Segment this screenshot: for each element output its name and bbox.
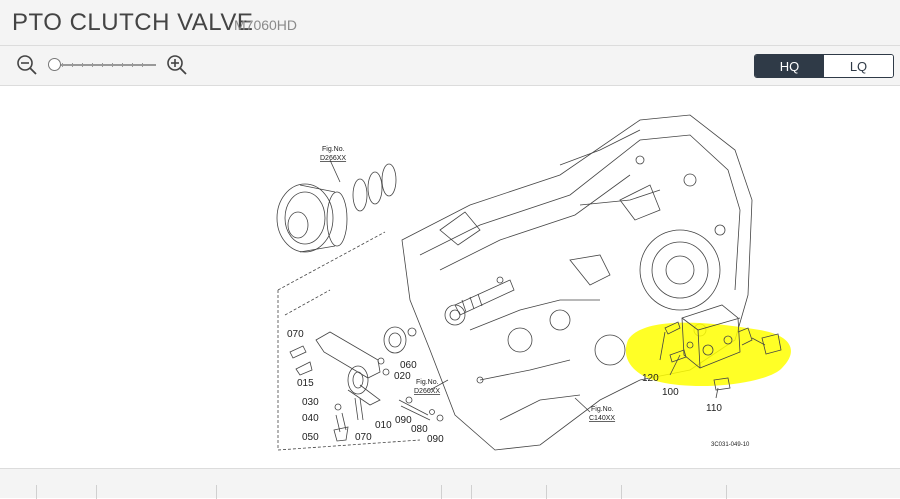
page-header: PTO CLUTCH VALVE M7060HD bbox=[0, 0, 900, 46]
slider-tick bbox=[82, 63, 83, 67]
callout-015[interactable]: 015 bbox=[297, 378, 314, 389]
footer-divider bbox=[441, 485, 442, 499]
callout-070b[interactable]: 070 bbox=[355, 432, 372, 443]
zoom-slider-track bbox=[52, 64, 156, 66]
oil-seal bbox=[383, 326, 407, 354]
slider-tick bbox=[122, 63, 123, 67]
slider-tick bbox=[112, 63, 113, 67]
fig-ref-2-label: Fig.No. bbox=[416, 379, 439, 386]
callout-100[interactable]: 100 bbox=[662, 387, 679, 398]
fig-ref-3-label: Fig.No. bbox=[591, 406, 614, 413]
bolt-070 bbox=[289, 345, 307, 359]
model-code: M7060HD bbox=[234, 17, 298, 33]
fig-ref-3-code[interactable]: C140XX bbox=[589, 415, 615, 422]
fig-ref-1-label: Fig.No. bbox=[322, 146, 345, 153]
callout-110[interactable]: 110 bbox=[706, 403, 722, 414]
exploded-parts-diagram: 070 015 030 040 050 060 020 010 070 090 … bbox=[276, 114, 791, 451]
footer-divider bbox=[621, 485, 622, 499]
footer-divider bbox=[471, 485, 472, 499]
diagram-canvas[interactable]: 070 015 030 040 050 060 020 010 070 090 … bbox=[0, 87, 900, 468]
zoom-out-icon[interactable] bbox=[16, 54, 38, 76]
callout-020[interactable]: 020 bbox=[394, 371, 411, 382]
callout-090[interactable]: 090 bbox=[395, 415, 412, 426]
fig-ref-1-code[interactable]: D266XX bbox=[320, 155, 346, 162]
callout-040[interactable]: 040 bbox=[302, 413, 319, 424]
footer-divider bbox=[726, 485, 727, 499]
lq-button[interactable]: LQ bbox=[824, 55, 893, 77]
callout-090b[interactable]: 090 bbox=[427, 434, 444, 445]
zoom-in-icon[interactable] bbox=[166, 54, 188, 76]
footer-divider bbox=[216, 485, 217, 499]
zoom-slider-thumb[interactable] bbox=[48, 58, 61, 71]
lever-arm bbox=[315, 331, 381, 379]
callout-010[interactable]: 010 bbox=[375, 420, 392, 431]
callout-070[interactable]: 070 bbox=[287, 329, 304, 340]
callout-050[interactable]: 050 bbox=[302, 432, 319, 443]
callout-120[interactable]: 120 bbox=[642, 373, 659, 384]
footer-divider bbox=[96, 485, 97, 499]
slider-tick bbox=[142, 63, 143, 67]
footer-divider bbox=[546, 485, 547, 499]
fig-ref-2-code[interactable]: D266XX bbox=[414, 388, 440, 395]
footer-bar bbox=[0, 468, 900, 499]
slider-tick bbox=[62, 63, 63, 67]
slider-tick bbox=[132, 63, 133, 67]
slider-tick bbox=[102, 63, 103, 67]
zoom-slider[interactable] bbox=[48, 58, 158, 72]
slider-tick bbox=[72, 63, 73, 67]
page-title: PTO CLUTCH VALVE bbox=[12, 9, 254, 36]
hq-button[interactable]: HQ bbox=[755, 55, 824, 77]
slider-tick bbox=[92, 63, 93, 67]
callout-060[interactable]: 060 bbox=[400, 360, 417, 371]
quality-toggle: HQ LQ bbox=[754, 54, 894, 78]
footer-divider bbox=[36, 485, 37, 499]
drawing-id: 3C031-049-10 bbox=[711, 442, 750, 448]
callout-080[interactable]: 080 bbox=[411, 424, 428, 435]
callout-030[interactable]: 030 bbox=[302, 397, 319, 408]
toolbar: HQ LQ bbox=[0, 46, 900, 86]
snap-ring bbox=[352, 178, 368, 212]
